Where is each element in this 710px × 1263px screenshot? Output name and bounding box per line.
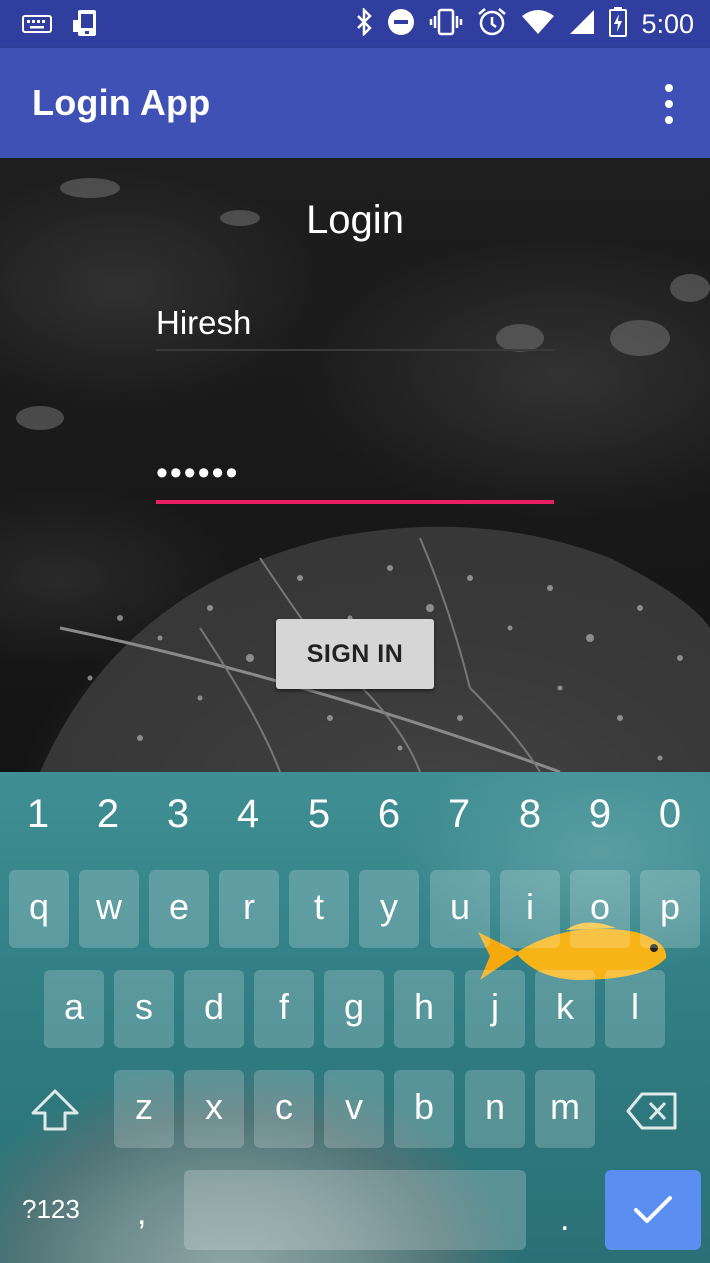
key-c[interactable]: c (254, 1070, 314, 1148)
number-row: 1 2 3 4 5 6 7 8 9 0 (0, 792, 710, 842)
key-5[interactable]: 5 (284, 792, 354, 837)
key-i[interactable]: i (500, 870, 560, 948)
key-q[interactable]: q (9, 870, 69, 948)
cellular-signal-icon (569, 9, 595, 39)
more-vert-icon[interactable] (654, 84, 684, 124)
key-e[interactable]: e (149, 870, 209, 948)
username-underline (156, 349, 554, 351)
key-h[interactable]: h (394, 970, 454, 1048)
do-not-disturb-icon (387, 8, 415, 40)
alarm-icon (477, 7, 507, 41)
key-f[interactable]: f (254, 970, 314, 1048)
key-k[interactable]: k (535, 970, 595, 1048)
key-u[interactable]: u (430, 870, 490, 948)
key-w[interactable]: w (79, 870, 139, 948)
key-b[interactable]: b (394, 1070, 454, 1148)
username-field[interactable]: Hiresh (156, 304, 554, 350)
screen-cast-icon (70, 8, 102, 44)
key-3[interactable]: 3 (143, 792, 213, 837)
period-key[interactable]: . (560, 1200, 569, 1239)
status-bar: 5:00 (0, 0, 710, 48)
key-p[interactable]: p (640, 870, 700, 948)
battery-charging-icon (609, 7, 628, 41)
vibrate-icon (429, 8, 463, 40)
key-a[interactable]: a (44, 970, 104, 1048)
login-screen: Login Hiresh •••••• SIGN IN (0, 158, 710, 772)
comma-key[interactable]: , (137, 1194, 146, 1233)
key-2[interactable]: 2 (73, 792, 143, 837)
backspace-icon[interactable] (626, 1092, 678, 1135)
enter-key[interactable] (605, 1170, 701, 1250)
shift-icon[interactable] (30, 1088, 80, 1137)
key-x[interactable]: x (184, 1070, 244, 1148)
soft-keyboard: 1 2 3 4 5 6 7 8 9 0 q w e r t y u i o p … (0, 772, 710, 1263)
key-j[interactable]: j (465, 970, 525, 1048)
key-d[interactable]: d (184, 970, 244, 1048)
app-title: Login App (32, 82, 211, 123)
key-8[interactable]: 8 (495, 792, 565, 837)
key-t[interactable]: t (289, 870, 349, 948)
key-r[interactable]: r (219, 870, 279, 948)
key-9[interactable]: 9 (565, 792, 635, 837)
space-bar[interactable] (184, 1170, 526, 1250)
key-m[interactable]: m (535, 1070, 595, 1148)
key-1[interactable]: 1 (3, 792, 73, 837)
app-bar: Login App (0, 48, 710, 158)
key-4[interactable]: 4 (213, 792, 283, 837)
wifi-icon (521, 9, 555, 39)
key-7[interactable]: 7 (424, 792, 494, 837)
key-0[interactable]: 0 (635, 792, 705, 837)
key-z[interactable]: z (114, 1070, 174, 1148)
status-time: 5:00 (641, 8, 694, 39)
password-underline (156, 500, 554, 504)
key-6[interactable]: 6 (354, 792, 424, 837)
symbols-key[interactable]: ?123 (22, 1194, 80, 1225)
password-field[interactable]: •••••• (156, 454, 554, 500)
key-l[interactable]: l (605, 970, 665, 1048)
keyboard-icon (22, 14, 52, 38)
key-g[interactable]: g (324, 970, 384, 1048)
login-title: Login (306, 198, 404, 242)
key-s[interactable]: s (114, 970, 174, 1048)
sign-in-button[interactable]: SIGN IN (276, 619, 434, 689)
key-o[interactable]: o (570, 870, 630, 948)
bluetooth-icon (355, 6, 373, 40)
key-n[interactable]: n (465, 1070, 525, 1148)
key-v[interactable]: v (324, 1070, 384, 1148)
key-y[interactable]: y (359, 870, 419, 948)
checkmark-icon (634, 1196, 672, 1223)
